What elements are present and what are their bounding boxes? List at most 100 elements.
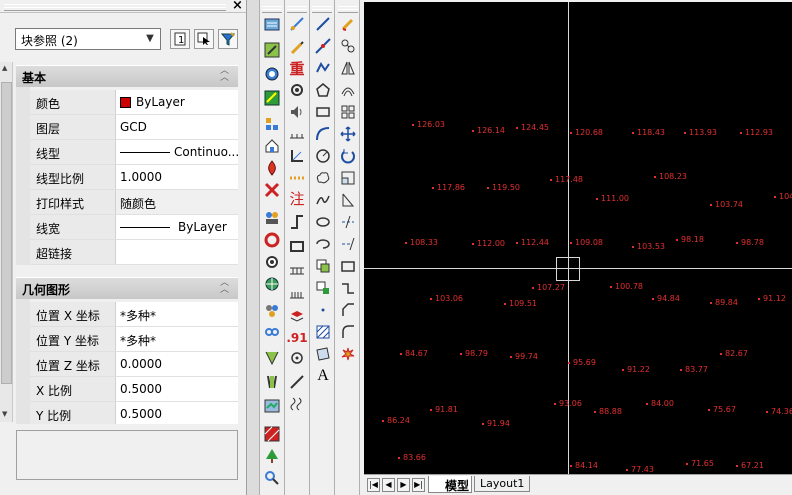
elevation-point[interactable]: 74.36 xyxy=(766,407,792,416)
elevation-point[interactable]: 86.24 xyxy=(382,416,410,425)
prop-row-color[interactable]: 颜色 ByLayer xyxy=(30,90,238,115)
curve-tool-icon[interactable] xyxy=(286,394,308,414)
rectangle-icon[interactable] xyxy=(312,102,334,122)
layer-tool-icon[interactable] xyxy=(286,306,308,326)
rect-tool-icon[interactable] xyxy=(286,236,308,256)
mtext-button[interactable]: A xyxy=(312,366,334,386)
tab-model[interactable]: 模型 xyxy=(428,476,472,493)
ring-tool-icon[interactable] xyxy=(261,230,283,250)
elevation-point[interactable]: 103.74 xyxy=(710,200,743,209)
extend-icon[interactable] xyxy=(337,234,359,254)
elevation-point[interactable]: 103.53 xyxy=(632,242,665,251)
insert-block-icon[interactable] xyxy=(312,256,334,276)
decimal-button[interactable]: .91 xyxy=(286,328,308,348)
spline-icon[interactable] xyxy=(312,190,334,210)
link-tool-icon[interactable] xyxy=(261,322,283,342)
elevation-point[interactable]: 119.50 xyxy=(487,183,520,192)
point-icon[interactable] xyxy=(312,300,334,320)
next-tab-button[interactable]: ▶ xyxy=(397,478,410,492)
mirror-icon[interactable] xyxy=(337,58,359,78)
elevation-point[interactable]: 83.66 xyxy=(398,453,426,462)
elevation-point[interactable]: 112.00 xyxy=(472,239,505,248)
region-icon[interactable] xyxy=(312,344,334,364)
elevation-point[interactable]: 118.43 xyxy=(632,128,665,137)
brush-tool-icon[interactable] xyxy=(286,38,308,58)
collapse-icon[interactable]: ︿ ︿ xyxy=(220,279,232,295)
erase-icon[interactable] xyxy=(337,14,359,34)
parcel-tool-icon[interactable] xyxy=(261,114,283,134)
construction-line-icon[interactable] xyxy=(312,36,334,56)
rail-tool-icon[interactable] xyxy=(286,260,308,280)
elevation-point[interactable]: 75.67 xyxy=(708,405,736,414)
tree-tool-icon[interactable] xyxy=(261,446,283,466)
elevation-point[interactable]: 120.68 xyxy=(570,128,603,137)
road2-tool-icon[interactable] xyxy=(261,372,283,392)
elevation-point[interactable]: 112.93 xyxy=(740,128,773,137)
prop-row-lineweight[interactable]: 线宽 ByLayer xyxy=(30,215,238,240)
elevation-point[interactable]: 112.44 xyxy=(516,238,549,247)
elevation-point[interactable]: 95.69 xyxy=(568,358,596,367)
palette-title-bar[interactable]: × xyxy=(0,0,246,13)
annotate-char-button[interactable]: 注 xyxy=(286,188,308,208)
chamfer-icon[interactable] xyxy=(337,300,359,320)
draw-line-icon[interactable] xyxy=(312,14,334,34)
node-tool-icon[interactable] xyxy=(261,252,283,272)
make-block-icon[interactable] xyxy=(312,278,334,298)
elevation-point[interactable]: 98.78 xyxy=(736,238,764,247)
elevation-point[interactable]: 108.23 xyxy=(654,172,687,181)
prop-row-scale-y[interactable]: Y 比例 0.5000 xyxy=(30,402,238,424)
scale-bar-icon[interactable] xyxy=(286,124,308,144)
first-tab-button[interactable]: |◀ xyxy=(367,478,380,492)
elevation-point[interactable]: 104 xyxy=(774,192,792,201)
elevation-point[interactable]: 117.48 xyxy=(550,175,583,184)
prop-row-linetype[interactable]: 线型 Continuo... xyxy=(30,140,239,165)
cass-tool-icon[interactable] xyxy=(261,14,283,34)
break-icon[interactable] xyxy=(337,256,359,276)
offset-icon[interactable] xyxy=(337,80,359,100)
elevation-point[interactable]: 94.84 xyxy=(652,294,680,303)
elevation-point[interactable]: 111.00 xyxy=(596,194,629,203)
prop-row-hyperlink[interactable]: 超链接 xyxy=(30,240,238,265)
prop-row-pos-x[interactable]: 位置 X 坐标 *多种* xyxy=(30,302,238,327)
ellipse-icon[interactable] xyxy=(312,212,334,232)
move-icon[interactable] xyxy=(337,124,359,144)
tab-layout1[interactable]: Layout1 xyxy=(474,476,530,492)
elevation-point[interactable]: 113.93 xyxy=(684,128,717,137)
redo-char-button[interactable]: 重 xyxy=(286,58,308,78)
pen-tool-icon[interactable] xyxy=(261,40,283,60)
elevation-point[interactable]: 67.21 xyxy=(736,461,764,470)
prop-row-plotstyle[interactable]: 打印样式 随颜色 xyxy=(30,190,238,215)
scroll-down-icon[interactable]: ▼ xyxy=(2,410,7,418)
road-tool-icon[interactable] xyxy=(261,348,283,368)
join-icon[interactable] xyxy=(337,278,359,298)
group-tool-icon[interactable] xyxy=(261,300,283,320)
house-tool-icon[interactable] xyxy=(261,136,283,156)
section-basic[interactable]: 基本 ︿ ︿ xyxy=(16,65,238,87)
ellipse-arc-icon[interactable] xyxy=(312,234,334,254)
elevation-point[interactable]: 117.86 xyxy=(432,183,465,192)
elevation-point[interactable]: 93.06 xyxy=(554,399,582,408)
elevation-point[interactable]: 107.27 xyxy=(532,283,565,292)
fillet-icon[interactable] xyxy=(337,322,359,342)
elevation-point[interactable]: 108.33 xyxy=(405,238,438,247)
elevation-point[interactable]: 71.65 xyxy=(686,459,714,468)
globe-tool-icon[interactable] xyxy=(261,274,283,294)
elevation-point[interactable]: 98.18 xyxy=(676,235,704,244)
circle-tool-icon[interactable] xyxy=(261,64,283,84)
map-tool-icon[interactable] xyxy=(261,396,283,416)
collapse-icon[interactable]: ︿ ︿ xyxy=(220,67,232,83)
toggle-pickadd-button[interactable]: 1 xyxy=(170,29,190,49)
measure-tool-icon[interactable] xyxy=(286,14,308,34)
fire-tool-icon[interactable] xyxy=(261,158,283,178)
circle-icon[interactable] xyxy=(312,146,334,166)
dotted-line-icon[interactable] xyxy=(286,168,308,188)
prev-tab-button[interactable]: ◀ xyxy=(382,478,395,492)
elevation-point[interactable]: 91.12 xyxy=(758,294,786,303)
quick-select-button[interactable] xyxy=(218,29,238,49)
elevation-point[interactable]: 91.22 xyxy=(622,365,650,374)
prop-row-ltscale[interactable]: 线型比例 1.0000 xyxy=(30,165,238,190)
elevation-point[interactable]: 99.74 xyxy=(510,352,538,361)
stretch-icon[interactable] xyxy=(337,190,359,210)
scale-icon[interactable] xyxy=(337,168,359,188)
elevation-point[interactable]: 126.03 xyxy=(412,120,445,129)
